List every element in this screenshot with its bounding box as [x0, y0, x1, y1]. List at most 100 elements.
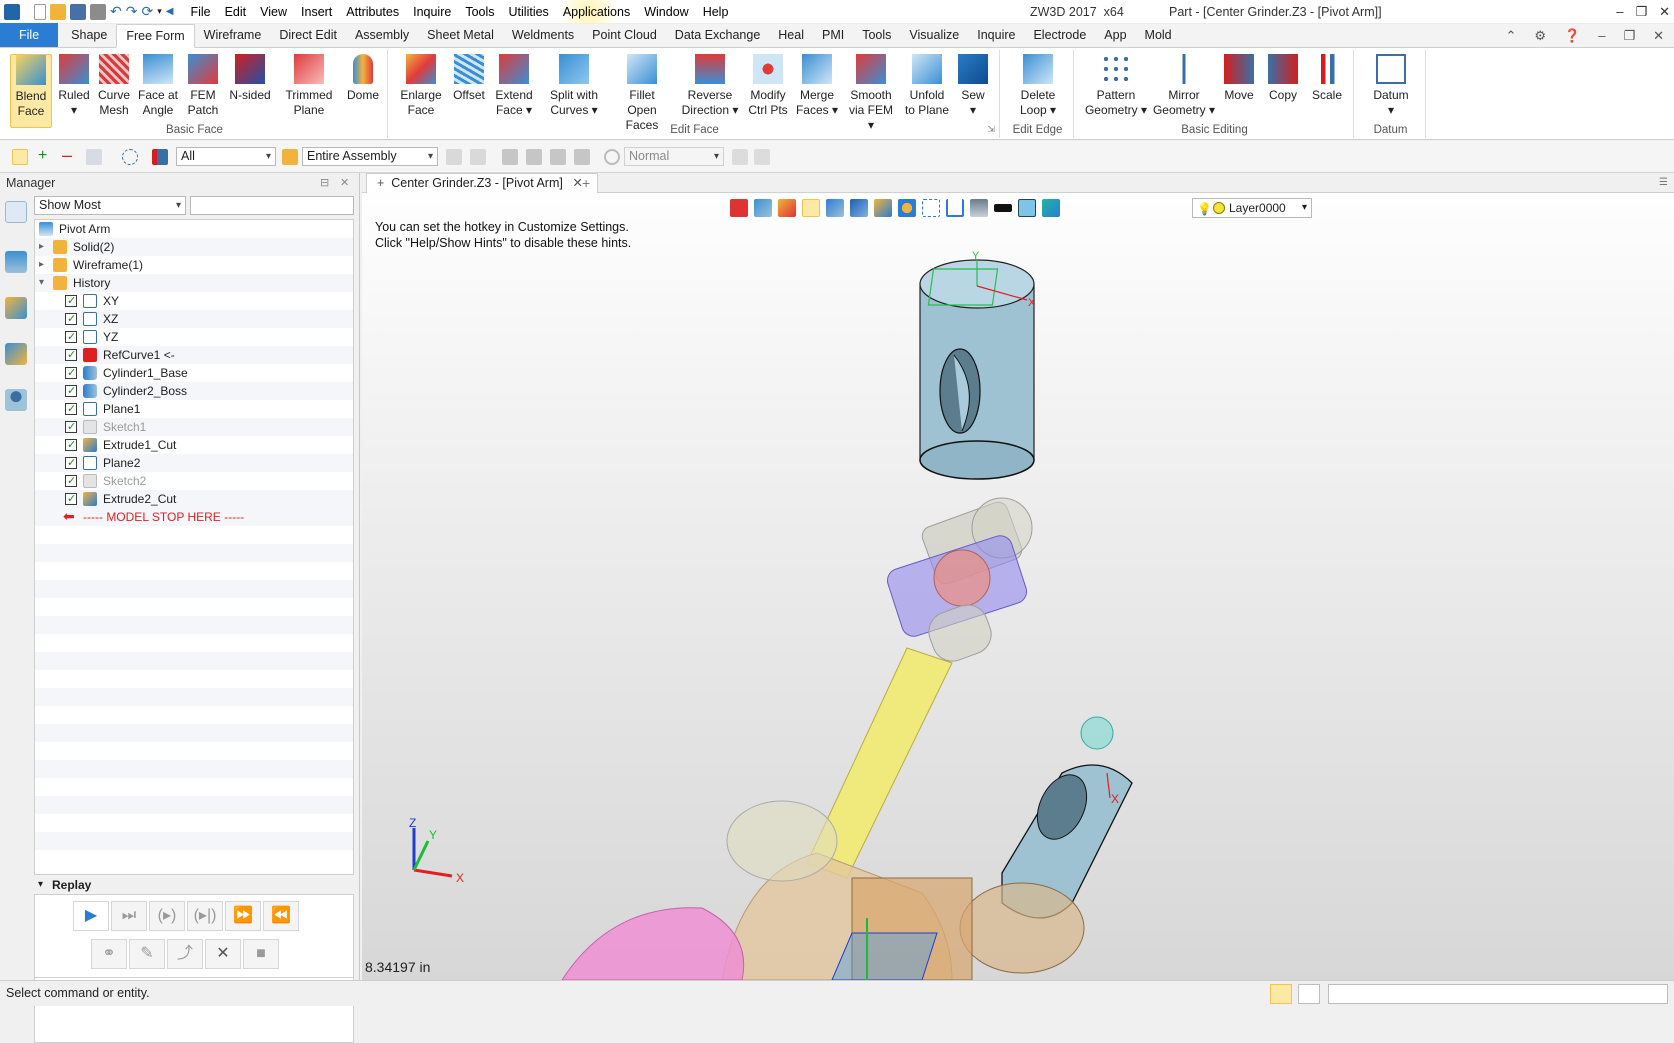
user-icon[interactable] [5, 389, 27, 411]
tool-disabled-1-icon[interactable] [446, 149, 462, 165]
open-folder-icon[interactable] [50, 3, 66, 20]
align-left-icon[interactable] [502, 149, 518, 165]
tab-pmi[interactable]: PMI [813, 24, 853, 47]
stop-icon[interactable]: ■ [243, 939, 279, 969]
render-mode-select[interactable]: Normal [624, 147, 724, 166]
menu-inquire[interactable]: Inquire [406, 0, 458, 24]
visibility-checkbox[interactable] [65, 418, 77, 436]
layout-icon[interactable] [1270, 984, 1292, 1004]
menu-tools[interactable]: Tools [458, 0, 501, 24]
copy-button[interactable]: Copy [1264, 54, 1302, 103]
insert-icon[interactable]: ⤴ [167, 939, 203, 969]
datum-button[interactable]: Datum ▾ [1370, 54, 1412, 118]
minimize-icon[interactable]: – [1616, 0, 1623, 24]
history-item[interactable]: Cylinder1_Base [35, 364, 353, 382]
tab-point-cloud[interactable]: Point Cloud [583, 24, 666, 47]
pin-icon[interactable]: ⊟ [320, 173, 329, 193]
dialog-launcher-icon[interactable]: ⇲ [987, 124, 995, 135]
graphics-viewport[interactable]: + Center Grinder.Z3 - [Pivot Arm] ✕ + ☰ … [362, 173, 1674, 980]
visibility-checkbox[interactable] [65, 346, 77, 364]
menu-edit[interactable]: Edit [218, 0, 254, 24]
visibility-checkbox[interactable] [65, 490, 77, 508]
delete-icon[interactable]: ✕ [205, 939, 241, 969]
menu-insert[interactable]: Insert [294, 0, 339, 24]
chevron-down-icon[interactable]: ▾ [39, 274, 44, 292]
redo-icon[interactable]: ↷ [126, 3, 138, 20]
remove-icon[interactable]: – [62, 146, 78, 165]
tab-sheet-metal[interactable]: Sheet Metal [418, 24, 503, 47]
play-icon[interactable]: ▶ [73, 901, 109, 931]
pattern-geometry-button[interactable]: Pattern Geometry ▾ [1084, 54, 1148, 118]
blend-face-button[interactable]: Blend Face [10, 54, 52, 128]
delete-loop-button[interactable]: Delete Loop ▾ [1016, 54, 1060, 118]
save-icon[interactable] [70, 3, 86, 20]
rewind-icon[interactable]: ⏪ [263, 901, 299, 931]
face-at-angle-button[interactable]: Face at Angle [136, 54, 180, 118]
unfold-to-plane-button[interactable]: Unfold to Plane [904, 54, 950, 118]
extend-face-button[interactable]: Extend Face ▾ [494, 54, 534, 118]
replay-to-end-icon[interactable]: (▸|) [187, 901, 223, 931]
filter-icon[interactable] [152, 149, 168, 165]
smooth-via-fem-button[interactable]: Smooth via FEM ▾ [846, 54, 896, 133]
replay-step-icon[interactable]: (▸) [149, 901, 185, 931]
collapse-ribbon-icon[interactable]: ⌃ [1505, 24, 1516, 48]
step-forward-icon[interactable]: ⏭ [111, 901, 147, 931]
render-icon[interactable] [604, 149, 620, 165]
chevron-right-icon[interactable]: ▸ [39, 256, 44, 274]
tree-root[interactable]: Pivot Arm [35, 220, 353, 238]
reverse-direction-button[interactable]: Reverse Direction ▾ [680, 54, 740, 118]
fast-forward-icon[interactable]: ⏩ [225, 901, 261, 931]
n-sided-button[interactable]: N-sided [228, 54, 272, 103]
ruled-button[interactable]: Ruled ▾ [54, 54, 94, 118]
model-stop-marker[interactable]: ⬅ ----- MODEL STOP HERE ----- [35, 508, 353, 526]
history-item[interactable]: Cylinder2_Boss [35, 382, 353, 400]
visibility-checkbox[interactable] [65, 328, 77, 346]
history-tree-icon[interactable] [5, 201, 27, 223]
move-button[interactable]: Move [1220, 54, 1258, 103]
tab-wireframe[interactable]: Wireframe [195, 24, 271, 47]
history-item[interactable]: Extrude1_Cut [35, 436, 353, 454]
refresh-icon[interactable]: ⟳ [141, 3, 153, 20]
menu-utilities[interactable]: Utilities [502, 0, 556, 24]
tab-electrode[interactable]: Electrode [1024, 24, 1095, 47]
select-mode-icon[interactable] [86, 149, 102, 165]
align-center-icon[interactable] [526, 149, 542, 165]
assembly-scope-icon[interactable] [282, 149, 298, 165]
menu-file[interactable]: File [183, 0, 217, 24]
chevron-down-icon[interactable]: ▾ [38, 875, 43, 895]
tab-direct-edit[interactable]: Direct Edit [270, 24, 346, 47]
pick-arrow-icon[interactable] [12, 149, 28, 165]
tab-mold[interactable]: Mold [1136, 24, 1181, 47]
visibility-checkbox[interactable] [65, 310, 77, 328]
tab-shape[interactable]: Shape [62, 24, 116, 47]
tab-file[interactable]: File [0, 23, 59, 47]
visibility-checkbox[interactable] [65, 472, 77, 490]
modify-ctrl-pts-button[interactable]: Modify Ctrl Pts [746, 54, 790, 118]
history-item[interactable]: Sketch1 [35, 418, 353, 436]
scope-select[interactable]: Entire Assembly [302, 147, 438, 166]
tab-tools[interactable]: Tools [853, 24, 900, 47]
fillet-open-faces-button[interactable]: Fillet Open Faces [610, 54, 674, 133]
tree-folder-solid[interactable]: ▸ Solid(2) [35, 238, 353, 256]
replay-header[interactable]: ▾ Replay [34, 874, 354, 894]
visibility-checkbox[interactable] [65, 436, 77, 454]
history-item[interactable]: XZ [35, 310, 353, 328]
menu-help[interactable]: Help [696, 0, 736, 24]
menu-view[interactable]: View [253, 0, 294, 24]
curve-mesh-button[interactable]: Curve Mesh [94, 54, 134, 118]
history-item[interactable]: Extrude2_Cut [35, 490, 353, 508]
history-item[interactable]: Plane2 [35, 454, 353, 472]
mdi-restore-icon[interactable]: ❐ [1623, 24, 1635, 48]
help-icon[interactable]: ❓ [1564, 24, 1580, 48]
history-item[interactable]: YZ [35, 328, 353, 346]
tab-heal[interactable]: Heal [769, 24, 813, 47]
pointer-icon[interactable] [574, 149, 590, 165]
add-icon[interactable]: + [38, 148, 54, 165]
history-item[interactable]: XY [35, 292, 353, 310]
lasso-icon[interactable] [122, 149, 138, 165]
enlarge-face-button[interactable]: Enlarge Face [398, 54, 444, 118]
tool-disabled-3-icon[interactable] [732, 149, 748, 165]
visibility-checkbox[interactable] [65, 382, 77, 400]
menu-attributes[interactable]: Attributes [339, 0, 406, 24]
visibility-checkbox[interactable] [65, 364, 77, 382]
